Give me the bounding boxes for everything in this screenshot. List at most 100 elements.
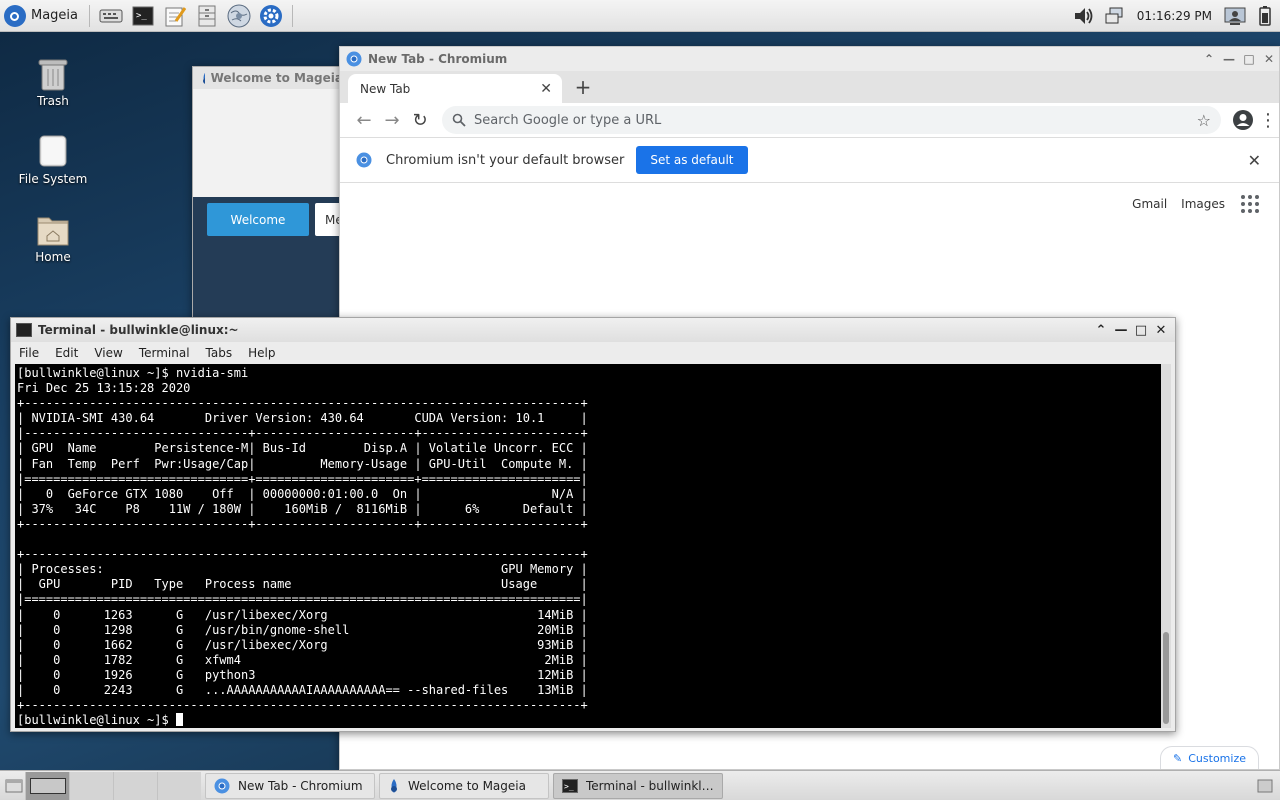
task-terminal[interactable]: >_ Terminal - bullwinkle@linux:~ — [553, 772, 723, 799]
customize-label: Customize — [1188, 751, 1246, 765]
ntp-links: Gmail Images — [1118, 195, 1259, 213]
set-as-default-button[interactable]: Set as default — [636, 146, 748, 174]
chromium-titlebar[interactable]: New Tab - Chromium ⌃ — □ ✕ — [340, 47, 1279, 71]
minimize-icon[interactable]: — — [1111, 320, 1131, 340]
task-chromium[interactable]: New Tab - Chromium — [205, 772, 375, 799]
terminal-line: +-------------------------------+-------… — [17, 516, 588, 531]
welcome-titlebar[interactable]: Welcome to Mageia — [193, 67, 343, 89]
terminal-line: Fri Dec 25 13:15:28 2020 — [17, 381, 191, 396]
welcome-window[interactable]: Welcome to Mageia Welcome Me — [192, 66, 355, 328]
forward-arrow-icon[interactable]: → — [378, 106, 406, 134]
pencil-icon: ✎ — [1173, 751, 1183, 765]
show-desktop-icon[interactable] — [3, 775, 25, 797]
user-switch-icon[interactable] — [1224, 5, 1246, 27]
terminal-output[interactable]: [bullwinkle@linux ~]$ nvidia-smi Fri Dec… — [15, 364, 1163, 728]
apps-grid-icon[interactable] — [1241, 195, 1259, 213]
top-panel: Mageia >_ 01:16:29 PM — [0, 0, 1280, 32]
images-link[interactable]: Images — [1181, 197, 1225, 211]
task-welcome[interactable]: Welcome to Mageia — [379, 772, 549, 799]
bookmark-star-icon[interactable]: ☆ — [1197, 111, 1211, 130]
omnibox[interactable]: Search Google or type a URL ☆ — [442, 106, 1221, 134]
minimize-icon[interactable]: — — [1219, 49, 1239, 69]
welcome-tab-button[interactable]: Welcome — [207, 203, 309, 236]
bottom-panel: New Tab - Chromium Welcome to Mageia >_ … — [0, 770, 1280, 800]
terminal-line: |===============================+=======… — [17, 471, 588, 486]
network-icon[interactable] — [1103, 5, 1125, 27]
keyboard-settings-icon[interactable] — [98, 3, 124, 29]
home-folder-icon — [36, 212, 70, 246]
browser-toolbar: ← → ↻ Search Google or type a URL ☆ ⋮ — [340, 103, 1279, 137]
terminal-menubar: File Edit View Terminal Tabs Help — [11, 342, 1175, 364]
terminal-window[interactable]: Terminal - bullwinkle@linux:~ ⌃ — □ ✕ Fi… — [10, 317, 1176, 732]
workspace-4[interactable] — [157, 771, 201, 800]
account-avatar-icon[interactable] — [1229, 106, 1257, 134]
text-editor-icon[interactable] — [162, 3, 188, 29]
terminal-line: | 0 1782 G xfwm4 2MiB | — [17, 652, 588, 667]
app-menu-button[interactable]: Mageia — [0, 0, 84, 32]
terminal-line: |-------------------------------+-------… — [17, 426, 588, 441]
infobar-close-icon[interactable]: ✕ — [1248, 151, 1261, 170]
task-label: Welcome to Mageia — [408, 778, 526, 793]
desktop-icon-home[interactable]: Home — [8, 212, 98, 264]
browser-menu-icon[interactable]: ⋮ — [1257, 106, 1279, 134]
desktop-icon-label: File System — [18, 172, 88, 186]
search-icon — [452, 113, 466, 127]
back-arrow-icon[interactable]: ← — [350, 106, 378, 134]
terminal-scrollbar[interactable] — [1161, 364, 1171, 728]
clock[interactable]: 01:16:29 PM — [1137, 9, 1212, 23]
notification-icon[interactable] — [1256, 777, 1274, 795]
tab-close-icon[interactable]: ✕ — [540, 81, 552, 97]
volume-icon[interactable] — [1073, 5, 1095, 27]
desktop-icon-trash[interactable]: Trash — [8, 56, 98, 108]
settings-gear-icon[interactable] — [258, 3, 284, 29]
svg-text:>_: >_ — [564, 782, 574, 791]
battery-icon[interactable] — [1254, 5, 1276, 27]
close-icon[interactable]: ✕ — [1151, 320, 1171, 340]
terminal-prompt: [bullwinkle@linux ~]$ — [17, 713, 176, 728]
welcome-window-title: Welcome to Mageia — [210, 71, 343, 85]
web-browser-icon[interactable] — [226, 3, 252, 29]
default-browser-infobar: Chromium isn't your default browser Set … — [340, 137, 1279, 183]
terminal-line: | Processes: GPU Memory | — [17, 562, 588, 577]
menu-terminal[interactable]: Terminal — [131, 346, 198, 360]
terminal-line: | Fan Temp Perf Pwr:Usage/Cap| Memory-Us… — [17, 456, 588, 471]
menu-tabs[interactable]: Tabs — [198, 346, 241, 360]
workspace-3[interactable] — [113, 771, 157, 800]
chromium-window-title: New Tab - Chromium — [368, 52, 508, 66]
task-label: Terminal - bullwinkle@linux:~ — [586, 778, 714, 793]
customize-button[interactable]: ✎ Customize — [1160, 746, 1259, 769]
desktop-icon-label: Trash — [37, 94, 69, 108]
tab-strip: New Tab ✕ + — [340, 71, 1279, 103]
maximize-icon[interactable]: □ — [1239, 49, 1259, 69]
chevron-up-icon[interactable]: ⌃ — [1091, 320, 1111, 340]
desktop-icon-file-system[interactable]: File System — [8, 134, 98, 186]
menu-edit[interactable]: Edit — [47, 346, 86, 360]
workspace-2[interactable] — [69, 771, 113, 800]
terminal-icon[interactable]: >_ — [130, 3, 156, 29]
gmail-link[interactable]: Gmail — [1132, 197, 1167, 211]
file-cabinet-icon[interactable] — [194, 3, 220, 29]
chevron-up-icon[interactable]: ⌃ — [1199, 49, 1219, 69]
terminal-line: | 0 1926 G python3 12MiB | — [17, 667, 588, 682]
terminal-line: +---------------------------------------… — [17, 547, 588, 562]
menu-file[interactable]: File — [11, 346, 47, 360]
chromium-icon — [346, 51, 362, 67]
omnibox-placeholder: Search Google or type a URL — [474, 112, 662, 128]
terminal-line: | 0 1662 G /usr/libexec/Xorg 93MiB | — [17, 637, 588, 652]
system-tray: 01:16:29 PM — [1069, 0, 1280, 32]
scrollbar-thumb[interactable] — [1163, 632, 1169, 724]
new-tab-plus-icon[interactable]: + — [572, 75, 594, 99]
reload-icon[interactable]: ↻ — [406, 106, 434, 134]
terminal-titlebar[interactable]: Terminal - bullwinkle@linux:~ ⌃ — □ ✕ — [11, 318, 1175, 342]
terminal-icon — [16, 323, 32, 337]
menu-help[interactable]: Help — [240, 346, 283, 360]
menu-view[interactable]: View — [86, 346, 130, 360]
trash-icon — [36, 56, 70, 91]
tab-new-tab[interactable]: New Tab ✕ — [348, 74, 562, 103]
close-icon[interactable]: ✕ — [1259, 49, 1279, 69]
maximize-icon[interactable]: □ — [1131, 320, 1151, 340]
terminal-cursor — [175, 713, 183, 727]
terminal-line: | NVIDIA-SMI 430.64 Driver Version: 430.… — [17, 411, 588, 426]
terminal-line: +---------------------------------------… — [17, 698, 588, 713]
workspace-1[interactable] — [25, 771, 69, 800]
